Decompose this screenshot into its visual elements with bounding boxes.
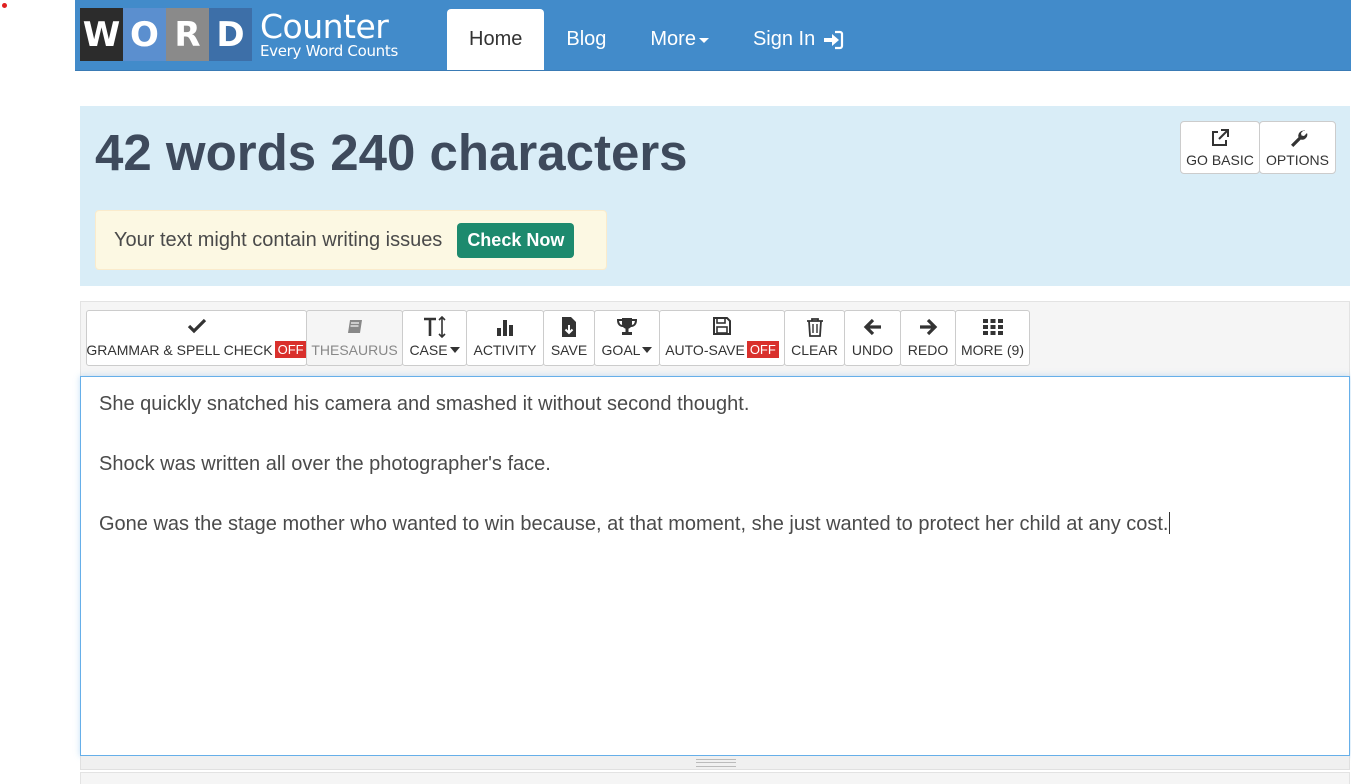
logo-wordmark: Counter Every Word Counts xyxy=(260,8,398,61)
caret-down-icon xyxy=(698,38,709,43)
nav-blog[interactable]: Blog xyxy=(544,9,628,70)
book-icon xyxy=(347,320,362,333)
save-label: SAVE xyxy=(550,342,588,358)
word-count-headline: 42 words 240 characters xyxy=(95,124,688,181)
nav-more[interactable]: More xyxy=(628,9,731,70)
thesaurus-button[interactable]: THESAURUS xyxy=(306,310,403,366)
logo-name: Counter xyxy=(260,7,389,46)
trophy-icon xyxy=(616,318,638,335)
case-label: CASE xyxy=(409,342,448,358)
logo-tagline: Every Word Counts xyxy=(260,42,398,60)
nav-home[interactable]: Home xyxy=(447,9,545,70)
nav-home-label: Home xyxy=(469,28,523,50)
editor-resize-handle[interactable] xyxy=(80,756,1350,770)
auto-save-button[interactable]: AUTO-SAVE OFF xyxy=(659,310,785,366)
sign-in-icon xyxy=(822,30,844,50)
wrench-icon xyxy=(1290,129,1307,147)
trash-icon xyxy=(806,318,823,337)
redo-button[interactable]: REDO xyxy=(900,310,956,366)
editor-line: She quickly snatched his camera and smas… xyxy=(99,393,750,415)
logo-letter-o: O xyxy=(123,8,166,61)
text-editor[interactable]: She quickly snatched his camera and smas… xyxy=(80,376,1350,756)
auto-save-label: AUTO-SAVE xyxy=(665,341,745,358)
logo-letter-r: R xyxy=(166,8,209,61)
save-button[interactable]: SAVE xyxy=(543,310,595,366)
grid-icon xyxy=(982,319,1003,335)
alert-text: Your text might contain writing issues xyxy=(114,228,443,251)
stats-panel: 42 words 240 characters GO BASIC OPTIONS… xyxy=(80,106,1350,286)
go-basic-button[interactable]: GO BASIC xyxy=(1180,121,1260,174)
floppy-disk-icon xyxy=(713,317,731,335)
auto-save-off-badge: OFF xyxy=(746,341,779,358)
arrow-left-icon xyxy=(863,318,881,336)
caret-down-icon xyxy=(449,347,460,353)
nav-sign-in[interactable]: Sign In xyxy=(731,9,866,70)
case-button[interactable]: CASE xyxy=(402,310,467,366)
editor-line-text: Gone was the stage mother who wanted to … xyxy=(99,513,1169,535)
options-button[interactable]: OPTIONS xyxy=(1259,121,1336,174)
grammar-spell-check-button[interactable]: GRAMMAR & SPELL CHECK OFF xyxy=(86,310,307,366)
arrow-right-icon xyxy=(920,318,938,336)
checkmark-icon xyxy=(187,318,206,334)
grammar-off-badge: OFF xyxy=(274,341,307,358)
goal-label: GOAL xyxy=(601,342,641,358)
logo-letter-w: W xyxy=(80,8,123,61)
editor-line: Shock was written all over the photograp… xyxy=(99,453,551,475)
activity-label: ACTIVITY xyxy=(473,342,537,358)
logo[interactable]: W O R D Counter Every Word Counts xyxy=(80,8,398,61)
grammar-label: GRAMMAR & SPELL CHECK xyxy=(86,341,273,358)
caret-down-icon xyxy=(642,347,653,353)
text-cursor xyxy=(1169,512,1171,534)
undo-label: UNDO xyxy=(851,342,894,358)
clear-button[interactable]: CLEAR xyxy=(784,310,845,366)
grip-icon xyxy=(696,759,736,767)
redo-label: REDO xyxy=(907,342,949,358)
editor-toolbar: GRAMMAR & SPELL CHECK OFF THESAURUS CASE … xyxy=(80,301,1350,376)
thesaurus-label: THESAURUS xyxy=(311,342,398,358)
activity-button[interactable]: ACTIVITY xyxy=(466,310,544,366)
goal-button[interactable]: GOAL xyxy=(594,310,660,366)
nav-sign-in-label: Sign In xyxy=(752,28,816,50)
check-now-button[interactable]: Check Now xyxy=(457,222,575,258)
writing-issues-alert: Your text might contain writing issues C… xyxy=(95,210,607,270)
logo-letter-d: D xyxy=(209,8,252,61)
options-label: OPTIONS xyxy=(1265,151,1329,168)
nav-blog-label: Blog xyxy=(566,28,607,50)
clear-label: CLEAR xyxy=(791,342,838,358)
bar-chart-icon xyxy=(497,320,513,336)
text-size-icon xyxy=(423,316,446,338)
go-basic-label: GO BASIC xyxy=(1186,151,1254,168)
main-nav: Home Blog More Sign In xyxy=(447,9,866,70)
editor-line-last: Gone was the stage mother who wanted to … xyxy=(99,509,1331,539)
more-tools-label: MORE (9) xyxy=(961,342,1024,358)
bottom-panel xyxy=(80,772,1350,784)
red-dot xyxy=(2,3,7,8)
external-link-icon xyxy=(1212,128,1229,146)
nav-more-label: More xyxy=(650,28,696,50)
file-download-icon xyxy=(562,317,576,337)
undo-button[interactable]: UNDO xyxy=(844,310,901,366)
navbar: W O R D Counter Every Word Counts Home B… xyxy=(75,0,1351,71)
more-tools-button[interactable]: MORE (9) xyxy=(955,310,1030,366)
